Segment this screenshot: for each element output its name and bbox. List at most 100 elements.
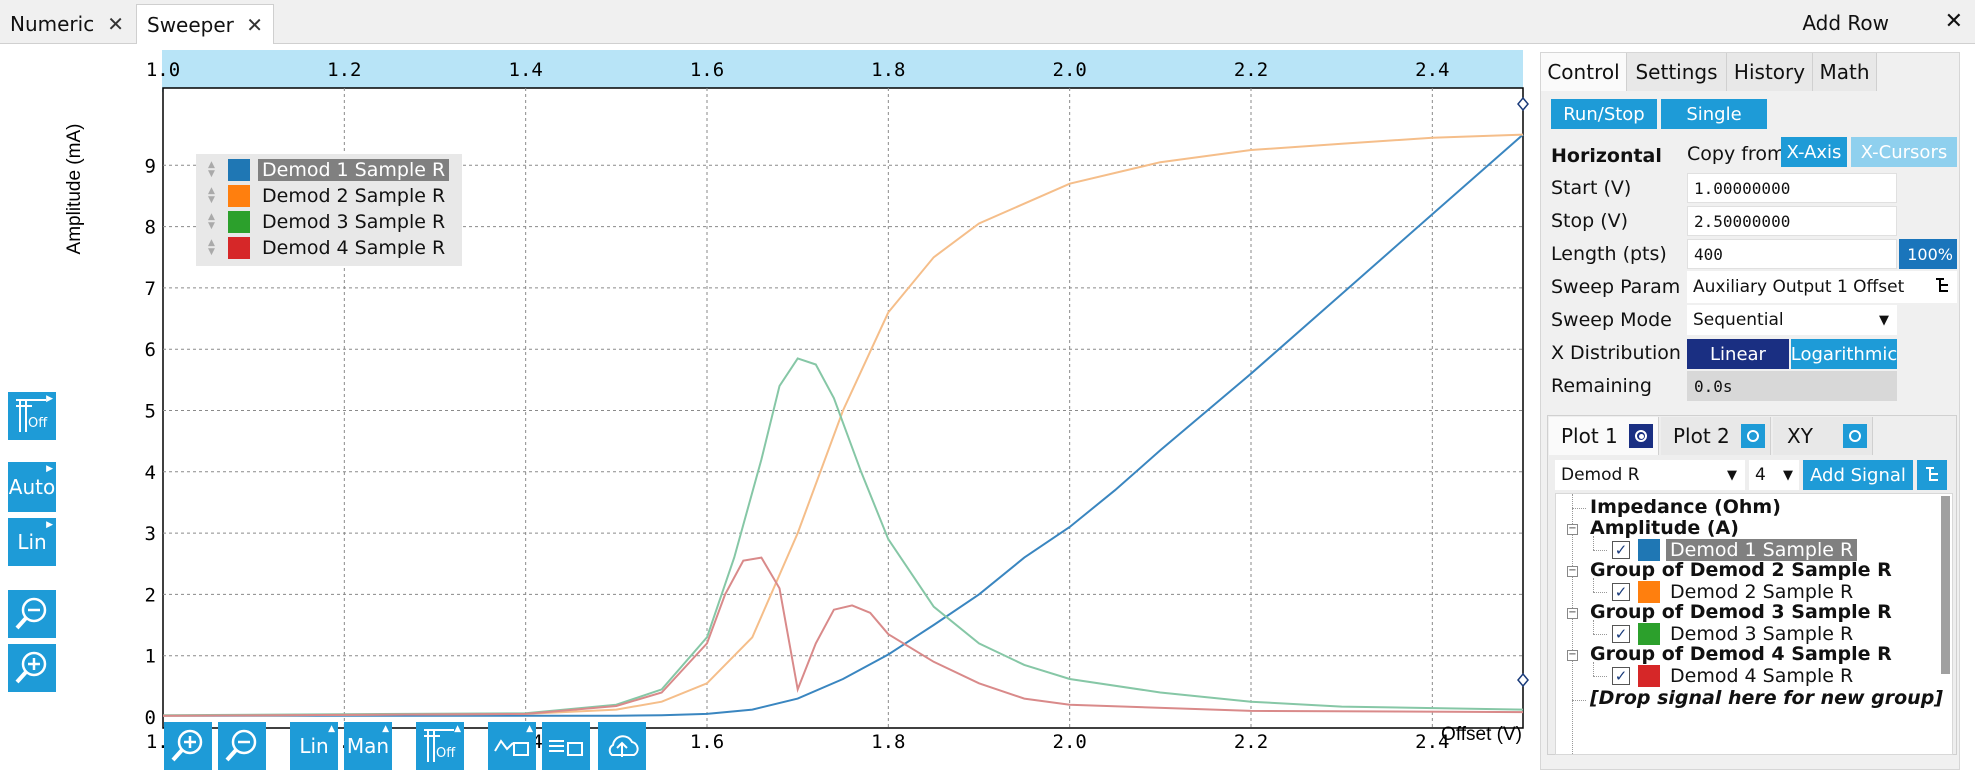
x-axis-label: Offset (V) [1441,724,1522,745]
drop-signal-target[interactable]: [Drop signal here for new group] [1590,687,1943,709]
tree-group-demod-2[interactable]: Group of Demod 2 Sample R [1590,559,1892,581]
tree-group-demod-4[interactable]: Group of Demod 4 Sample R [1590,643,1892,665]
tab-plot-2[interactable]: Plot 2 [1661,417,1771,455]
sweep-param-field[interactable]: Auxiliary Output 1 Offset [1687,271,1957,303]
count-select-value: 4 [1755,465,1766,485]
checkbox-demod-4[interactable]: ✓ [1612,667,1630,685]
radio-icon[interactable] [1843,424,1867,448]
signal-select[interactable]: Demod R ▼ [1555,460,1745,490]
remaining-value: 0.0s [1687,371,1897,401]
add-signal-button[interactable]: Add Signal [1803,460,1913,490]
tree-group-demod-3[interactable]: Group of Demod 3 Sample R [1590,601,1892,623]
sweeper-app: Numeric ✕ Sweeper ✕ Add Row ✕ 1.0 1.0 1.2 1… [0,0,1975,777]
linear-toggle[interactable]: Linear [1687,339,1789,369]
close-icon[interactable]: ✕ [1945,9,1963,34]
reorder-icon[interactable]: ▲ ▼ [208,239,215,257]
y-tick-label: 3 [145,523,156,545]
legend-swatch [228,211,250,233]
stop-label: Stop (V) [1551,210,1629,232]
tree-item-demod-2[interactable]: Demod 2 Sample R [1670,581,1853,603]
legend-item[interactable]: ▲ ▼ Demod 2 Sample R [196,184,462,208]
x-grid-off-button[interactable]: Off ▲ [416,722,464,770]
x-cursors-button[interactable]: X-Cursors [1851,137,1957,167]
legend-item[interactable]: ▲ ▼ Demod 1 Sample R [196,158,462,182]
top-x-tick-label: 2.0 [1053,59,1087,81]
x-axis-button[interactable]: X-Axis [1781,137,1847,167]
grid-off-button[interactable]: Off ▶ [8,392,56,440]
tree-scrollbar[interactable] [1941,496,1950,674]
logarithmic-toggle[interactable]: Logarithmic [1791,339,1897,369]
tab-numeric[interactable]: Numeric ✕ [0,4,134,44]
plot-2-label: Plot 2 [1673,424,1730,448]
sweep-mode-select[interactable]: Sequential ▼ [1687,305,1897,335]
collapse-icon[interactable]: − [1567,650,1578,661]
tab-xy[interactable]: XY [1773,417,1873,455]
sweep-mode-label: Sweep Mode [1551,309,1672,331]
add-row-button[interactable]: Add Row [1802,11,1889,35]
cloud-upload-button[interactable] [598,722,646,770]
y-tick-label: 5 [145,401,156,423]
lin-scale-button[interactable]: Lin ▶ [8,518,56,566]
run-stop-button[interactable]: Run/Stop [1551,99,1657,129]
single-button[interactable]: Single [1661,99,1767,129]
checkbox-demod-3[interactable]: ✓ [1612,625,1630,643]
save-plot-button[interactable]: ▲ [488,722,536,770]
auto-scale-button[interactable]: Auto ▶ [8,462,56,512]
zoom-out-button[interactable] [218,722,266,770]
radio-selected-icon[interactable] [1629,424,1653,448]
chart-folder-icon [494,739,529,756]
save-data-button[interactable] [542,722,590,770]
tree-group-amplitude[interactable]: Amplitude (A) [1590,517,1739,539]
legend-swatch [228,237,250,259]
checkbox-demod-2[interactable]: ✓ [1612,583,1630,601]
close-icon[interactable]: ✕ [246,13,263,37]
tree-item-demod-4[interactable]: Demod 4 Sample R [1670,665,1853,687]
start-field[interactable]: 1.00000000 [1687,173,1897,203]
x-lin-scale-button[interactable]: Lin ▲ [290,722,338,770]
close-icon[interactable]: ✕ [107,12,124,36]
reorder-icon[interactable]: ▲ ▼ [208,161,215,179]
x-manual-range-button[interactable]: Man ▲ [344,722,392,770]
tree-select-icon[interactable] [1933,277,1951,295]
top-x-tick-label: 1.4 [509,59,543,81]
zoom-out-button[interactable] [8,590,56,638]
x-distribution-label: X Distribution [1551,342,1681,364]
tab-sweeper[interactable]: Sweeper ✕ [136,4,274,44]
legend-item[interactable]: ▲ ▼ Demod 4 Sample R [196,236,462,260]
plot-legend[interactable]: ▲ ▼ Demod 1 Sample R ▲ ▼ Demod 2 Sample R … [196,154,462,266]
collapse-icon[interactable]: − [1567,524,1578,535]
legend-item[interactable]: ▲ ▼ Demod 3 Sample R [196,210,462,234]
x-tick-label: 2.0 [1053,731,1087,753]
tab-plot-1[interactable]: Plot 1 [1549,417,1659,455]
legend-label: Demod 2 Sample R [262,185,446,207]
color-swatch[interactable] [1638,623,1660,645]
tree-item-demod-1[interactable]: Demod 1 Sample R [1666,539,1858,561]
checkbox-demod-1[interactable]: ✓ [1612,541,1630,559]
reorder-icon[interactable]: ▲ ▼ [208,187,215,205]
tab-bar: Numeric ✕ Sweeper ✕ Add Row ✕ [0,0,1975,44]
color-swatch[interactable] [1638,665,1660,687]
reorder-icon[interactable]: ▲ ▼ [208,213,215,231]
tree-item-demod-3[interactable]: Demod 3 Sample R [1670,623,1853,645]
color-swatch[interactable] [1638,539,1660,561]
collapse-icon[interactable]: − [1567,608,1578,619]
count-select[interactable]: 4 ▼ [1749,460,1799,490]
tab-control[interactable]: Control [1541,53,1627,91]
length-field[interactable]: 400 [1687,239,1897,269]
tab-math[interactable]: Math [1813,53,1877,91]
x-tick-label: 1.8 [871,731,905,753]
top-axis-band[interactable] [162,50,1523,92]
collapse-icon[interactable]: − [1567,566,1578,577]
radio-icon[interactable] [1741,424,1765,448]
stop-field[interactable]: 2.50000000 [1687,206,1897,236]
zoom-in-button[interactable] [164,722,212,770]
color-swatch[interactable] [1638,581,1660,603]
zoom-in-icon [15,651,47,684]
signal-tree[interactable]: Impedance (Ohm) − Amplitude (A) ✓ Demod … [1555,493,1953,755]
y-tick-label: 7 [145,278,156,300]
tree-item-impedance[interactable]: Impedance (Ohm) [1590,496,1781,518]
tab-history[interactable]: History [1727,53,1813,91]
zoom-in-button[interactable] [8,644,56,692]
tree-select-button[interactable] [1917,460,1947,490]
tab-settings[interactable]: Settings [1627,53,1727,91]
